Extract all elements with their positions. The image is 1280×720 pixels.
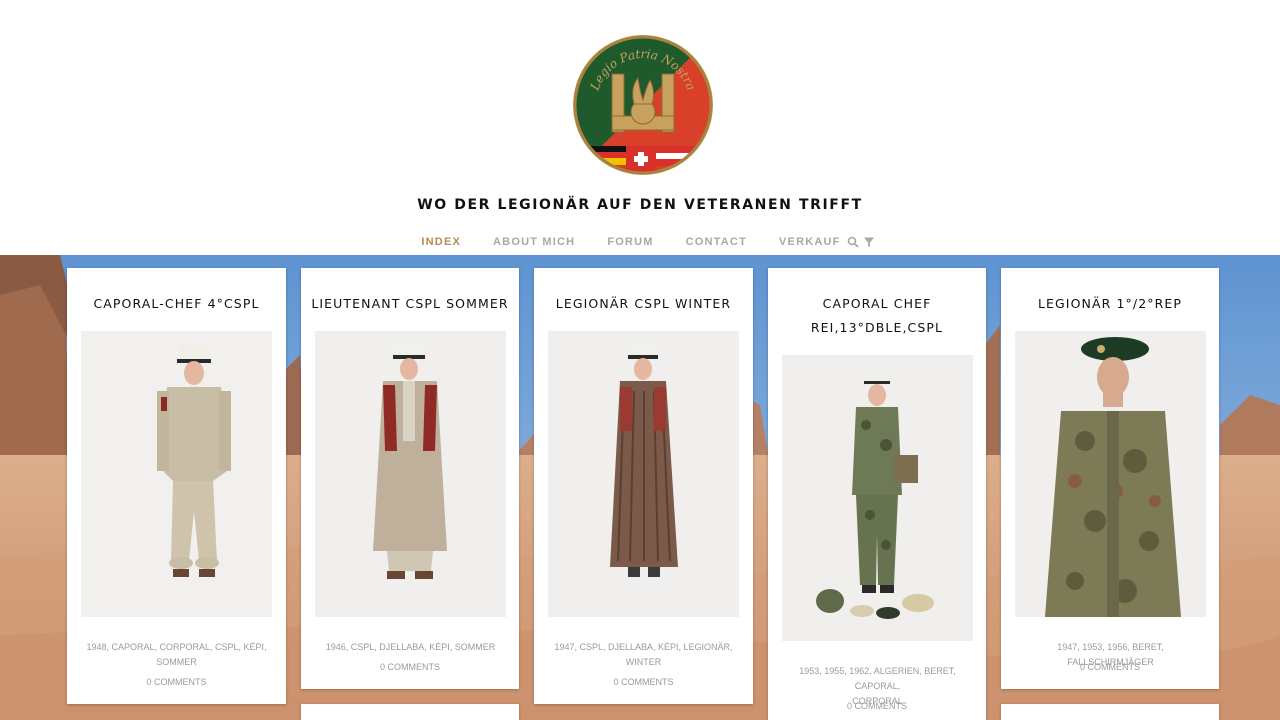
legion-emblem-logo[interactable]: Legio Patria Nostra xyxy=(572,34,714,176)
post-title-line: REI,13°DBLE,CSPL xyxy=(810,320,944,335)
post-title-line: LIEUTENANT CSPL SOMMER xyxy=(311,296,509,311)
post-tags-line[interactable]: WINTER xyxy=(546,655,741,670)
comments-link[interactable]: 0 COMMENTS xyxy=(301,662,519,672)
comments-link[interactable]: 0 COMMENTS xyxy=(1001,662,1219,672)
post-tags-line[interactable]: 1948, CAPORAL, CORPORAL, CSPL, KÉPI, xyxy=(79,640,274,655)
post-card[interactable]: LIEUTENANT CSPL SOMMER 1946, CSPL, DJELL… xyxy=(301,268,519,689)
uniform-photo[interactable] xyxy=(548,331,739,617)
nav-item-index[interactable]: INDEX xyxy=(421,236,461,248)
post-title[interactable]: CAPORAL-CHEF 4°CSPL xyxy=(67,292,286,316)
nav-item-forum[interactable]: FORUM xyxy=(607,236,653,248)
nav-item-verkauf[interactable]: VERKAUF xyxy=(779,236,841,248)
comments-link[interactable]: 0 COMMENTS xyxy=(67,677,286,687)
post-title-line: LEGIONÄR CSPL WINTER xyxy=(555,296,732,311)
post-title[interactable]: CAPORAL CHEF REI,13°DBLE,CSPL xyxy=(768,292,986,340)
post-card-partial[interactable] xyxy=(1001,704,1219,720)
post-title-line: CAPORAL-CHEF 4°CSPL xyxy=(93,296,260,311)
nav-item-contact[interactable]: CONTACT xyxy=(686,236,747,248)
post-card[interactable]: LEGIONÄR CSPL WINTER 1947, CSPL, DJELLAB… xyxy=(534,268,753,704)
uniform-photo[interactable] xyxy=(1015,331,1206,617)
post-tags: 1947, CSPL, DJELLABA, KÉPI, LEGIONÄR, WI… xyxy=(546,640,741,670)
site-title[interactable]: WO DER LEGIONÄR AUF DEN VETERANEN TRIFFT xyxy=(0,197,1280,213)
post-title[interactable]: LEGIONÄR 1°/2°REP xyxy=(1001,292,1219,316)
search-icon[interactable] xyxy=(847,236,859,248)
post-tags: 1946, CSPL, DJELLABA, KÉPI, SOMMER xyxy=(313,640,508,655)
post-card[interactable]: LEGIONÄR 1°/2°REP 1947, 1953, 1956, BERE… xyxy=(1001,268,1219,689)
post-title[interactable]: LEGIONÄR CSPL WINTER xyxy=(534,292,753,316)
post-tags: 1948, CAPORAL, CORPORAL, CSPL, KÉPI, SOM… xyxy=(79,640,274,670)
post-card[interactable]: CAPORAL CHEF REI,13°DBLE,CSPL 1953, 1955… xyxy=(768,268,986,720)
uniform-photo[interactable] xyxy=(782,355,973,641)
uniform-photo[interactable] xyxy=(315,331,506,617)
post-tags-line[interactable]: 1947, CSPL, DJELLABA, KÉPI, LEGIONÄR, xyxy=(546,640,741,655)
post-title-line: CAPORAL CHEF xyxy=(822,296,932,311)
nav-tools xyxy=(847,236,875,248)
post-tags-line[interactable]: 1946, CSPL, DJELLABA, KÉPI, SOMMER xyxy=(313,640,508,655)
post-tags-line[interactable]: 1953, 1955, 1962, ALGERIEN, BERET, CAPOR… xyxy=(780,664,975,694)
filter-icon[interactable] xyxy=(863,236,875,248)
post-title-line: LEGIONÄR 1°/2°REP xyxy=(1037,296,1183,311)
post-title[interactable]: LIEUTENANT CSPL SOMMER xyxy=(301,292,519,316)
main-nav: INDEX ABOUT MICH FORUM CONTACT VERKAUF xyxy=(0,235,1280,249)
nav-item-about[interactable]: ABOUT MICH xyxy=(493,236,575,248)
post-tags-line[interactable]: SOMMER xyxy=(79,655,274,670)
uniform-photo[interactable] xyxy=(81,331,272,617)
site-header: Legio Patria Nostra WO DER LEGIONÄR AUF … xyxy=(0,0,1280,255)
post-card-partial[interactable] xyxy=(301,704,519,720)
comments-link[interactable]: 0 COMMENTS xyxy=(534,677,753,687)
post-card[interactable]: CAPORAL-CHEF 4°CSPL 1948, CAPORAL, CORPO… xyxy=(67,268,286,704)
comments-link[interactable]: 0 COMMENTS xyxy=(768,701,986,711)
